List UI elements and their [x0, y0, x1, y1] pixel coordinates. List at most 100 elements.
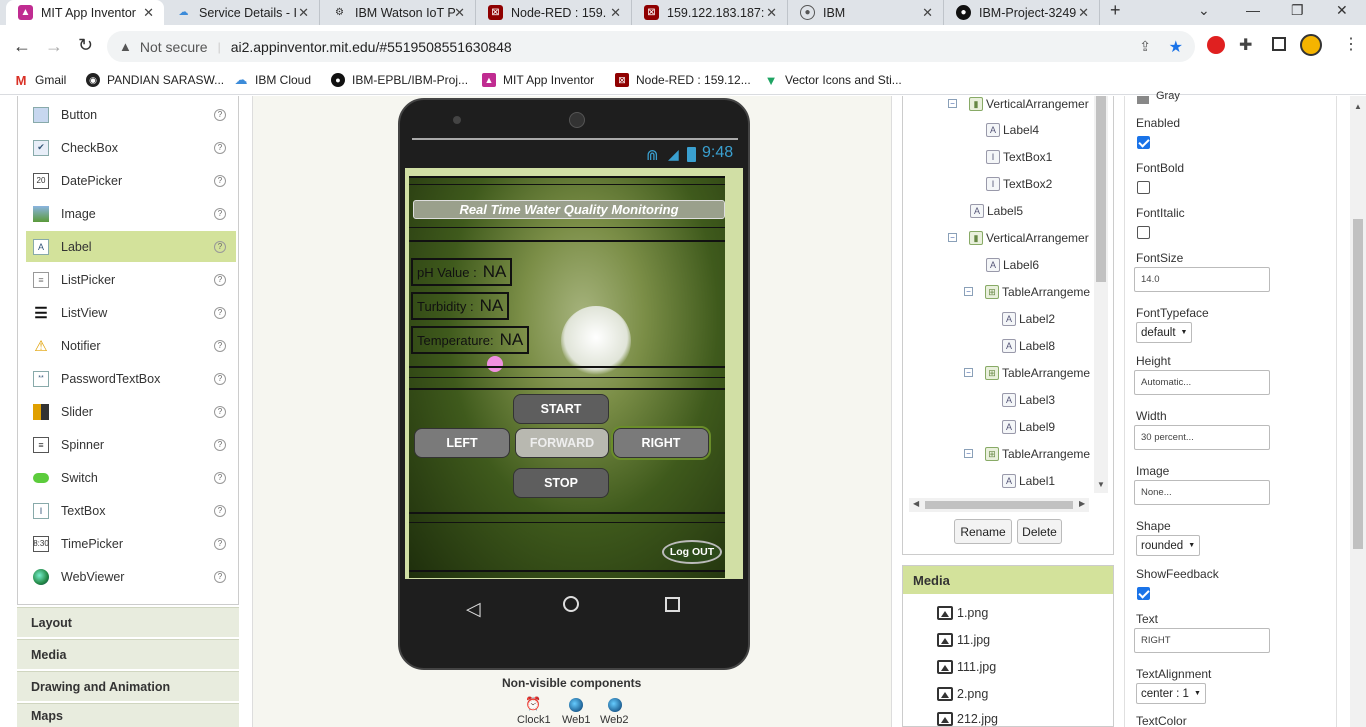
tree-node-textbox2[interactable]: I TextBox2 [986, 177, 1052, 191]
height-input[interactable]: Automatic... [1134, 370, 1270, 395]
share-icon[interactable]: ⇪ [1139, 38, 1151, 55]
new-tab-button[interactable]: + [1110, 0, 1121, 21]
tab-search-icon[interactable]: ⌄ [1198, 2, 1210, 19]
media-file-2png[interactable]: 2.png [937, 687, 988, 701]
opera-extension-icon[interactable] [1207, 36, 1225, 54]
url-text[interactable]: ai2.appinventor.mit.edu/#551950855163084… [231, 39, 512, 55]
back-icon[interactable]: ← [13, 36, 31, 57]
delete-button[interactable]: Delete [1017, 519, 1062, 544]
tree-node-label5[interactable]: A Label5 [970, 204, 1023, 218]
scrollbar-thumb[interactable] [1353, 219, 1363, 549]
tree-node-label4[interactable]: A Label4 [986, 123, 1039, 137]
image-input[interactable]: None... [1134, 480, 1270, 505]
enabled-checkbox[interactable] [1137, 136, 1150, 149]
close-tab-icon[interactable]: ✕ [766, 5, 777, 21]
tree-node-verticalarrangement[interactable]: ▮ VerticalArrangemer [969, 231, 1089, 245]
web-globe-icon[interactable] [569, 698, 583, 712]
scrollbar-thumb[interactable] [1096, 96, 1106, 282]
bookmark-ibm-epbl[interactable]: ● IBM-EPBL/IBM-Proj... [331, 73, 468, 87]
help-icon[interactable]: ? [214, 570, 226, 583]
palette-item-button[interactable]: Button? [26, 99, 236, 130]
reload-icon[interactable]: ↻ [78, 35, 93, 56]
forward-icon[interactable]: → [45, 36, 63, 57]
restore-icon[interactable]: ❐ [1291, 2, 1304, 19]
help-icon[interactable]: ? [214, 273, 226, 286]
background-color-value[interactable]: Gray [1156, 90, 1180, 102]
scroll-right-icon[interactable]: ▶ [1079, 499, 1085, 508]
category-media[interactable]: Media [17, 639, 239, 669]
fontbold-checkbox[interactable] [1137, 181, 1150, 194]
help-icon[interactable]: ? [214, 207, 226, 220]
collapse-icon[interactable]: − [964, 368, 973, 377]
fontitalic-checkbox[interactable] [1137, 226, 1150, 239]
help-icon[interactable]: ? [214, 240, 226, 253]
collapse-icon[interactable]: − [948, 99, 957, 108]
help-icon[interactable]: ? [214, 108, 226, 121]
help-icon[interactable]: ? [214, 372, 226, 385]
web-globe-icon[interactable] [608, 698, 622, 712]
showfeedback-checkbox[interactable] [1137, 587, 1150, 600]
rename-button[interactable]: Rename [954, 519, 1012, 544]
tab-ibm[interactable]: ● IBM ✕ [788, 0, 944, 25]
help-icon[interactable]: ? [214, 504, 226, 517]
palette-item-textbox[interactable]: I TextBox? [26, 495, 236, 526]
fonttypeface-dropdown[interactable]: default ▼ [1136, 322, 1193, 343]
start-button[interactable]: START [513, 394, 609, 424]
tree-node-tablearrangement[interactable]: ⊞ TableArrangeme [985, 285, 1090, 299]
tree-horizontal-scrollbar[interactable]: ◀ ▶ [909, 498, 1089, 512]
bookmark-pandian[interactable]: ◉ PANDIAN SARASW... [86, 73, 224, 87]
palette-item-switch[interactable]: Switch? [26, 462, 236, 493]
media-file-111jpg[interactable]: 111.jpg [937, 660, 996, 674]
forward-button[interactable]: FORWARD [515, 428, 609, 458]
tree-node-label3[interactable]: A Label3 [1002, 393, 1055, 407]
web2-label[interactable]: Web2 [600, 714, 629, 726]
palette-item-checkbox[interactable]: ✔ CheckBox? [26, 132, 236, 163]
palette-item-passwordtextbox[interactable]: ** PasswordTextBox? [26, 363, 236, 394]
tab-node-red-ip[interactable]: ⊠ 159.122.183.187: ✕ [632, 0, 788, 25]
star-icon[interactable]: ★ [1169, 37, 1183, 57]
warning-icon[interactable]: ▲ [119, 39, 132, 54]
nav-recents-icon[interactable] [665, 597, 680, 612]
shape-dropdown[interactable]: rounded ▼ [1136, 535, 1201, 556]
category-maps[interactable]: Maps [17, 703, 239, 727]
media-file-212jpg[interactable]: 212.jpg [937, 712, 998, 726]
tree-node-label8[interactable]: A Label8 [1002, 339, 1055, 353]
help-icon[interactable]: ? [214, 537, 226, 550]
scroll-down-icon[interactable]: ▼ [1097, 480, 1105, 489]
text-input[interactable]: RIGHT [1134, 628, 1270, 653]
help-icon[interactable]: ? [214, 174, 226, 187]
scroll-left-icon[interactable]: ◀ [913, 499, 919, 508]
collapse-icon[interactable]: − [948, 233, 957, 242]
address-bar[interactable]: ▲ Not secure | ai2.appinventor.mit.edu/#… [107, 31, 1195, 62]
scroll-up-icon[interactable]: ▲ [1354, 102, 1362, 111]
help-icon[interactable]: ? [214, 438, 226, 451]
help-icon[interactable]: ? [214, 405, 226, 418]
menu-icon[interactable]: ⋮ [1343, 34, 1359, 54]
bookmark-node-red[interactable]: ⊠ Node-RED : 159.12... [615, 73, 751, 87]
tree-node-tablearrangement[interactable]: ⊞ TableArrangeme [985, 447, 1090, 461]
palette-item-notifier[interactable]: ⚠ Notifier? [26, 330, 236, 361]
close-tab-icon[interactable]: ✕ [298, 5, 309, 21]
profile-avatar[interactable] [1300, 34, 1322, 56]
category-layout[interactable]: Layout [17, 607, 239, 637]
tab-ibm-watson-iot[interactable]: ⚙ IBM Watson IoT P ✕ [320, 0, 476, 25]
close-tab-icon[interactable]: ✕ [610, 5, 621, 21]
scrollbar-thumb[interactable] [925, 501, 1073, 509]
collapse-icon[interactable]: − [964, 287, 973, 296]
tab-ibm-project[interactable]: ● IBM-Project-3249 ✕ [944, 0, 1100, 25]
clock1-label[interactable]: Clock1 [517, 714, 551, 726]
fontsize-input[interactable]: 14.0 [1134, 267, 1270, 292]
tree-vertical-scrollbar[interactable]: ▼ [1094, 96, 1108, 493]
minimize-icon[interactable]: — [1246, 2, 1260, 18]
tree-node-verticalarrangement[interactable]: ▮ VerticalArrangemer [969, 97, 1089, 111]
palette-item-timepicker[interactable]: 8:30 TimePicker? [26, 528, 236, 559]
palette-item-spinner[interactable]: ≡ Spinner? [26, 429, 236, 460]
nav-home-icon[interactable] [563, 596, 579, 612]
clock-icon[interactable]: ⏰ [525, 696, 541, 712]
right-button[interactable]: RIGHT [611, 426, 711, 460]
bookmark-mit-app-inventor[interactable]: ▲ MIT App Inventor [482, 73, 594, 87]
stop-button[interactable]: STOP [513, 468, 609, 498]
security-status[interactable]: Not secure [140, 39, 208, 55]
help-icon[interactable]: ? [214, 141, 226, 154]
tab-mit-app-inventor[interactable]: ▲ MIT App Inventor ✕ [6, 0, 164, 25]
